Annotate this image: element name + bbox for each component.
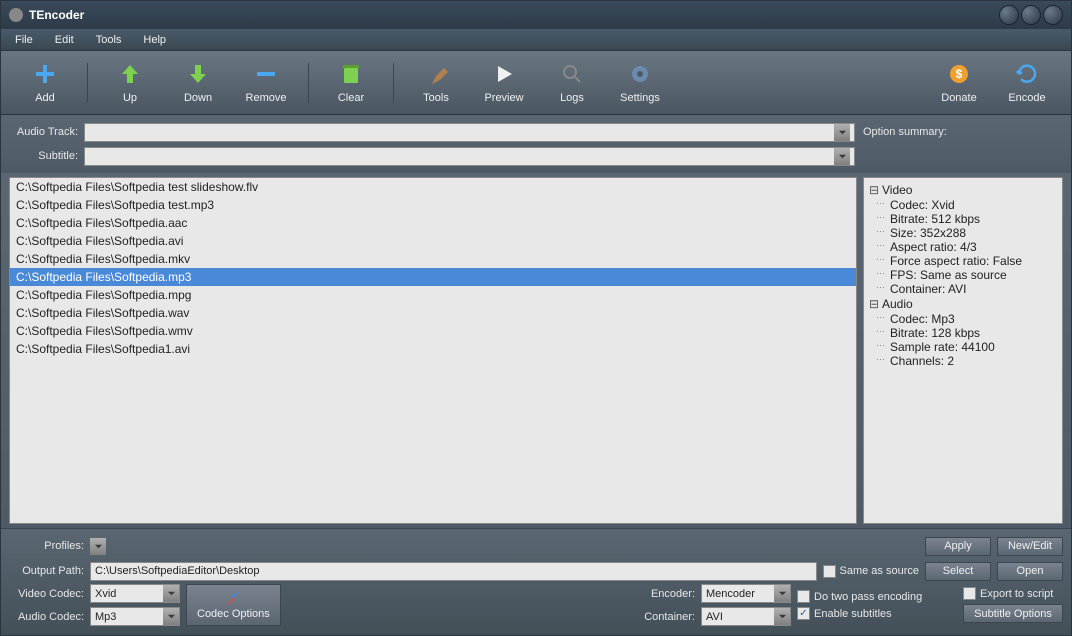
menu-tools[interactable]: Tools <box>86 31 132 49</box>
file-list-item[interactable]: C:\Softpedia Files\Softpedia.mp3 <box>10 268 856 286</box>
output-path-field[interactable]: C:\Users\SoftpediaEditor\Desktop <box>90 562 817 581</box>
audio-track-combo[interactable] <box>84 123 855 142</box>
tools-button[interactable]: Tools <box>408 55 464 111</box>
audio-codec-combo[interactable]: Mp3 <box>90 607 180 626</box>
file-list-item[interactable]: C:\Softpedia Files\Softpedia.wav <box>10 304 856 322</box>
file-list-item[interactable]: C:\Softpedia Files\Softpedia.aac <box>10 214 856 232</box>
select-button[interactable]: Select <box>925 562 991 581</box>
file-list-item[interactable]: C:\Softpedia Files\Softpedia.mkv <box>10 250 856 268</box>
subtitle-options-button[interactable]: Subtitle Options <box>963 604 1063 623</box>
maximize-button[interactable] <box>1021 5 1041 25</box>
dropdown-arrow-icon <box>834 148 850 165</box>
subtitle-label: Subtitle: <box>9 150 84 162</box>
dropdown-arrow-icon <box>163 608 179 625</box>
bottom-panel: Profiles: Apply New/Edit Output Path: C:… <box>1 528 1071 635</box>
titlebar: TEncoder <box>1 1 1071 29</box>
wrench-icon <box>424 62 448 86</box>
two-pass-checkbox[interactable]: Do two pass encoding <box>797 590 957 603</box>
minus-icon <box>254 62 278 86</box>
menu-file[interactable]: File <box>5 31 43 49</box>
audio-track-label: Audio Track: <box>9 126 84 138</box>
donate-icon: $ <box>947 62 971 86</box>
window-title: TEncoder <box>29 8 84 22</box>
collapse-icon[interactable]: ⊟ <box>868 297 880 311</box>
clear-button[interactable]: Clear <box>323 55 379 111</box>
donate-button[interactable]: $ Donate <box>931 55 987 111</box>
export-script-checkbox[interactable]: Export to script <box>963 587 1063 600</box>
encoder-combo[interactable]: Mencoder <box>701 584 791 603</box>
container-label: Container: <box>635 611 695 623</box>
dropdown-arrow-icon <box>774 608 790 625</box>
open-button[interactable]: Open <box>997 562 1063 581</box>
track-rows: Audio Track: Option summary: Subtitle: <box>1 115 1071 173</box>
play-icon <box>492 62 516 86</box>
encoder-label: Encoder: <box>635 588 695 600</box>
codec-options-button[interactable]: Codec Options <box>186 584 281 626</box>
file-list-item[interactable]: C:\Softpedia Files\Softpedia1.avi <box>10 340 856 358</box>
file-list-item[interactable]: C:\Softpedia Files\Softpedia test.mp3 <box>10 196 856 214</box>
dropdown-arrow-icon <box>834 124 850 141</box>
minimize-button[interactable] <box>999 5 1019 25</box>
menubar: File Edit Tools Help <box>1 29 1071 51</box>
menu-edit[interactable]: Edit <box>45 31 84 49</box>
logs-button[interactable]: Logs <box>544 55 600 111</box>
file-list-item[interactable]: C:\Softpedia Files\Softpedia.wmv <box>10 322 856 340</box>
video-codec-combo[interactable]: Xvid <box>90 584 180 603</box>
up-button[interactable]: Up <box>102 55 158 111</box>
new-edit-button[interactable]: New/Edit <box>997 537 1063 556</box>
audio-codec-label: Audio Codec: <box>9 611 84 623</box>
gear-icon <box>628 62 652 86</box>
remove-button[interactable]: Remove <box>238 55 294 111</box>
search-icon <box>560 62 584 86</box>
trash-icon <box>339 62 363 86</box>
profiles-label: Profiles: <box>9 540 84 552</box>
preview-button[interactable]: Preview <box>476 55 532 111</box>
down-button[interactable]: Down <box>170 55 226 111</box>
add-button[interactable]: Add <box>17 55 73 111</box>
dropdown-arrow-icon <box>90 538 106 555</box>
option-summary-tree[interactable]: ⊟Video Codec: Xvid Bitrate: 512 kbps Siz… <box>863 177 1063 524</box>
file-list-item[interactable]: C:\Softpedia Files\Softpedia.avi <box>10 232 856 250</box>
main-area: C:\Softpedia Files\Softpedia test slides… <box>1 173 1071 528</box>
dropdown-arrow-icon <box>163 585 179 602</box>
app-icon <box>9 8 23 22</box>
file-list-item[interactable]: C:\Softpedia Files\Softpedia.mpg <box>10 286 856 304</box>
collapse-icon[interactable]: ⊟ <box>868 183 880 197</box>
enable-subtitles-checkbox[interactable]: ✓Enable subtitles <box>797 607 957 620</box>
arrow-up-icon <box>118 62 142 86</box>
toolbar: Add Up Down Remove Clear Tools Preview <box>1 51 1071 115</box>
menu-help[interactable]: Help <box>133 31 176 49</box>
output-path-label: Output Path: <box>9 565 84 577</box>
svg-text:$: $ <box>956 67 963 81</box>
dropdown-arrow-icon <box>774 585 790 602</box>
video-codec-label: Video Codec: <box>9 588 84 600</box>
tools-icon <box>225 590 241 606</box>
subtitle-combo[interactable] <box>84 147 855 166</box>
option-summary-header: Option summary: <box>863 126 1063 138</box>
same-as-source-checkbox[interactable]: Same as source <box>823 565 919 578</box>
window-controls <box>999 5 1063 25</box>
encode-button[interactable]: Encode <box>999 55 1055 111</box>
file-list-item[interactable]: C:\Softpedia Files\Softpedia test slides… <box>10 178 856 196</box>
close-button[interactable] <box>1043 5 1063 25</box>
app-window: TEncoder File Edit Tools Help Add Up Dow… <box>0 0 1072 636</box>
apply-button[interactable]: Apply <box>925 537 991 556</box>
file-list[interactable]: C:\Softpedia Files\Softpedia test slides… <box>9 177 857 524</box>
refresh-icon <box>1015 62 1039 86</box>
profiles-combo[interactable] <box>90 538 919 555</box>
settings-button[interactable]: Settings <box>612 55 668 111</box>
container-combo[interactable]: AVI <box>701 607 791 626</box>
plus-icon <box>33 62 57 86</box>
option-summary-panel: ⊟Video Codec: Xvid Bitrate: 512 kbps Siz… <box>863 177 1063 524</box>
arrow-down-icon <box>186 62 210 86</box>
